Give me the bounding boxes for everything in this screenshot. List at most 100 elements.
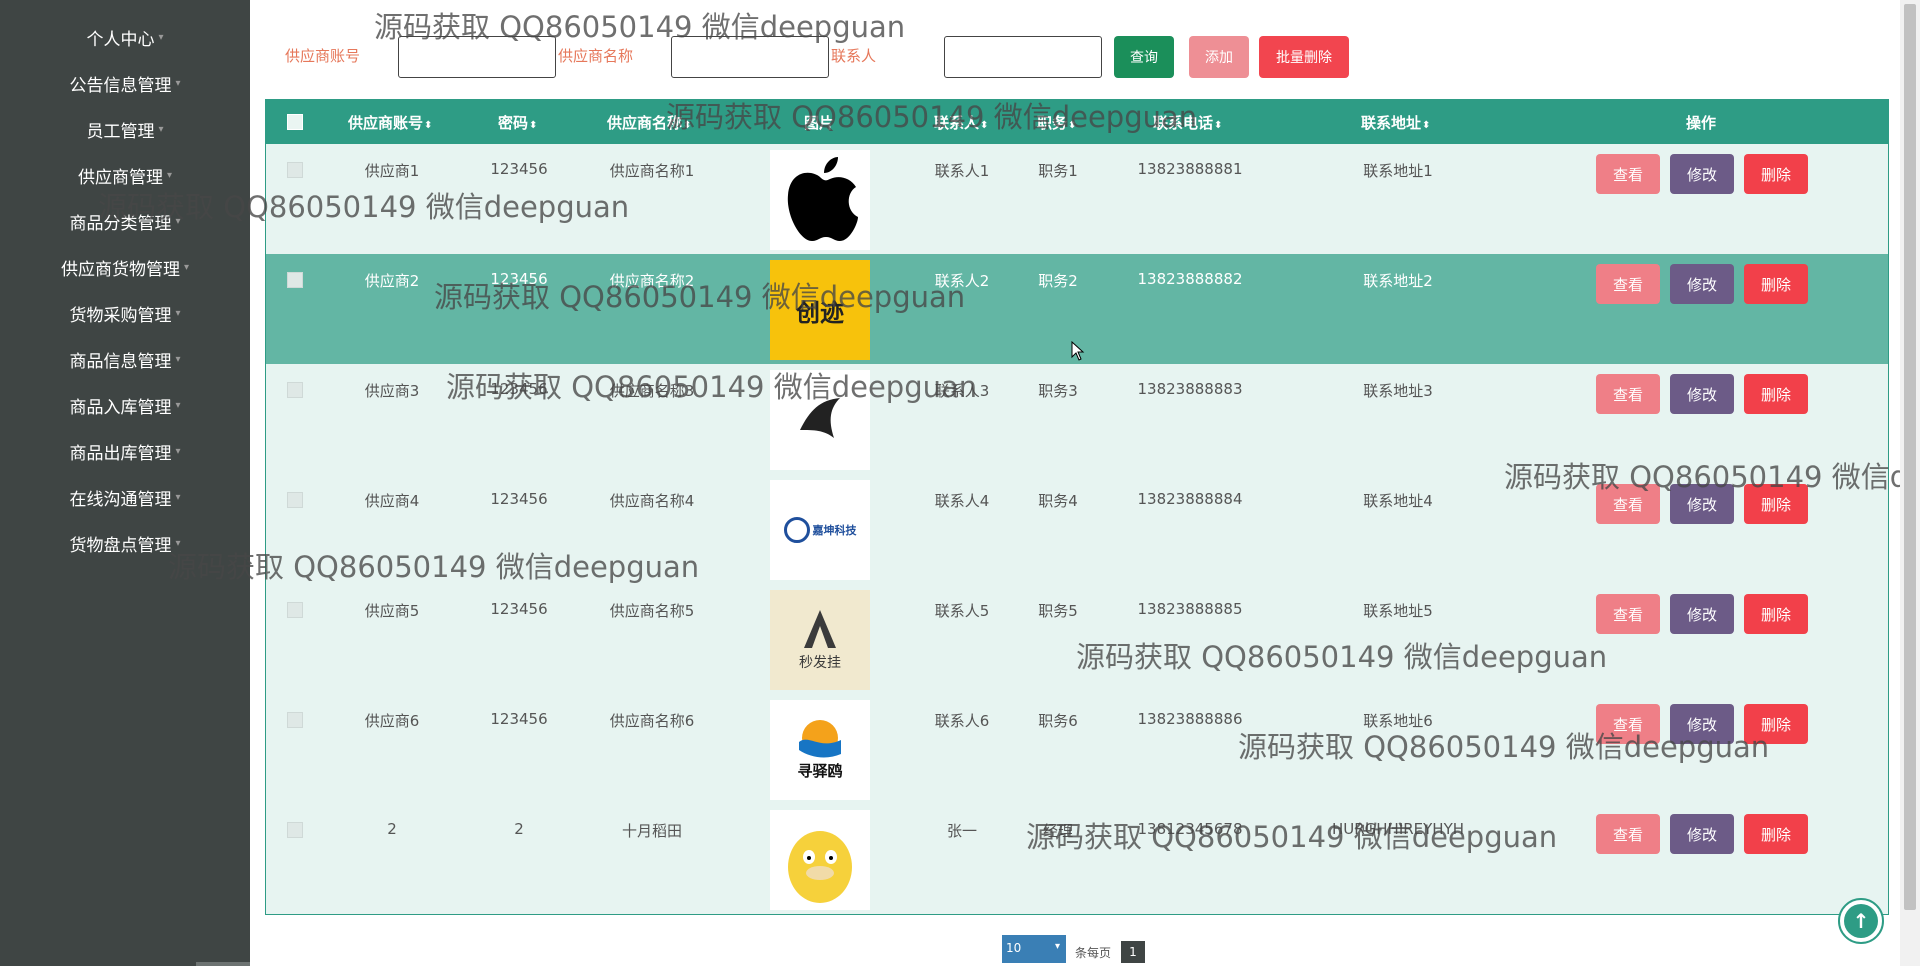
contact-label: 联系人 xyxy=(831,47,877,65)
sort-icon: ⬍ xyxy=(424,120,433,131)
cell-position: 职务1 xyxy=(1038,162,1078,180)
page-size-value: 10 xyxy=(1006,941,1022,955)
row-checkbox[interactable] xyxy=(287,382,303,398)
table-row[interactable]: 供应商5 123456 供应商名称5 秒发挂 联系人5 职务5 13823888… xyxy=(266,584,1888,694)
sidebar-item-suppliers[interactable]: 供应商管理 ▾ xyxy=(0,155,250,195)
view-button[interactable]: 查看 xyxy=(1596,704,1660,744)
select-all-checkbox[interactable] xyxy=(287,114,303,130)
page-number-button[interactable]: 1 xyxy=(1121,941,1145,963)
chevron-down-icon: ▾ xyxy=(175,445,181,457)
cell-address: 联系地址5 xyxy=(1363,602,1433,620)
name-label: 供应商名称 xyxy=(558,47,634,65)
name-search-input[interactable] xyxy=(671,36,829,78)
delete-button[interactable]: 删除 xyxy=(1744,154,1808,194)
edit-button[interactable]: 修改 xyxy=(1670,374,1734,414)
row-checkbox[interactable] xyxy=(287,712,303,728)
view-button[interactable]: 查看 xyxy=(1596,154,1660,194)
view-button[interactable]: 查看 xyxy=(1596,594,1660,634)
sidebar-item-products[interactable]: 商品信息管理 ▾ xyxy=(0,339,250,379)
delete-button[interactable]: 删除 xyxy=(1744,704,1808,744)
back-to-top-button[interactable]: ↑ xyxy=(1838,898,1884,944)
edit-button[interactable]: 修改 xyxy=(1670,704,1734,744)
header-account[interactable]: 供应商账号⬍ xyxy=(348,112,432,133)
header-label: 联系人 xyxy=(934,114,980,132)
delete-button[interactable]: 删除 xyxy=(1744,484,1808,524)
sidebar-item-personal-center[interactable]: 个人中心 ▾ xyxy=(0,17,250,57)
account-search-input[interactable] xyxy=(398,36,556,78)
chevron-down-icon: ▾ xyxy=(1054,941,1060,952)
vertical-scrollbar[interactable] xyxy=(1900,0,1920,966)
table-row[interactable]: 供应商4 123456 供应商名称4 嘉坤科技 联系人4 职务4 1382388… xyxy=(266,474,1888,584)
contact-search-input[interactable] xyxy=(944,36,1102,78)
row-checkbox[interactable] xyxy=(287,602,303,618)
cell-contact: 联系人5 xyxy=(934,602,990,620)
row-checkbox[interactable] xyxy=(287,822,303,838)
sidebar-item-stock-out[interactable]: 商品出库管理 ▾ xyxy=(0,431,250,471)
edit-button[interactable]: 修改 xyxy=(1670,814,1734,854)
delete-button[interactable]: 删除 xyxy=(1744,374,1808,414)
table-row[interactable]: 供应商6 123456 供应商名称6 寻驿鸥 联系人6 职务6 13823888… xyxy=(266,694,1888,804)
sidebar-item-inventory-check[interactable]: 货物盘点管理 ▾ xyxy=(0,523,250,563)
row-checkbox[interactable] xyxy=(287,272,303,288)
header-phone[interactable]: 联系电话⬍ xyxy=(1153,112,1222,133)
table-row[interactable]: 2 2 十月稻田 张一 经理 13812345678 HURGHHIREYHYH… xyxy=(266,804,1888,914)
scrollbar-thumb[interactable] xyxy=(1904,4,1916,910)
sidebar-item-stock-in[interactable]: 商品入库管理 ▾ xyxy=(0,385,250,425)
cell-phone: 13823888882 xyxy=(1137,270,1243,288)
edit-button[interactable]: 修改 xyxy=(1670,594,1734,634)
chevron-down-icon: ▾ xyxy=(175,77,181,89)
view-button[interactable]: 查看 xyxy=(1596,484,1660,524)
cell-name: 供应商名称6 xyxy=(609,712,695,730)
header-address[interactable]: 联系地址⬍ xyxy=(1361,112,1430,133)
horizontal-scrollbar[interactable] xyxy=(196,962,250,966)
circle-logo-icon xyxy=(783,517,810,543)
cell-phone: 13823888883 xyxy=(1137,380,1243,398)
header-actions: 操作 xyxy=(1686,114,1717,132)
view-button[interactable]: 查看 xyxy=(1596,374,1660,414)
edit-button[interactable]: 修改 xyxy=(1670,484,1734,524)
chevron-down-icon: ▾ xyxy=(175,307,181,319)
sidebar-item-categories[interactable]: 商品分类管理 ▾ xyxy=(0,201,250,241)
add-button[interactable]: 添加 xyxy=(1189,36,1249,78)
delete-button[interactable]: 删除 xyxy=(1744,264,1808,304)
cell-name: 供应商名称1 xyxy=(609,162,695,180)
batch-delete-button[interactable]: 批量删除 xyxy=(1259,36,1349,78)
cell-contact: 联系人4 xyxy=(934,492,990,510)
delete-button[interactable]: 删除 xyxy=(1744,814,1808,854)
edit-button[interactable]: 修改 xyxy=(1670,264,1734,304)
edit-button[interactable]: 修改 xyxy=(1670,154,1734,194)
sidebar-item-chat[interactable]: 在线沟通管理 ▾ xyxy=(0,477,250,517)
sidebar-item-purchasing[interactable]: 货物采购管理 ▾ xyxy=(0,293,250,333)
cell-password: 123456 xyxy=(490,380,548,398)
header-position[interactable]: 职务⬍ xyxy=(1037,112,1076,133)
query-button[interactable]: 查询 xyxy=(1114,36,1174,78)
table-row[interactable]: 供应商1 123456 供应商名称1 联系人1 职务1 13823888881 … xyxy=(266,144,1888,254)
row-checkbox[interactable] xyxy=(287,492,303,508)
cell-address: 联系地址6 xyxy=(1363,712,1433,730)
sort-icon: ⬍ xyxy=(1214,120,1223,131)
chevron-down-icon: ▾ xyxy=(175,353,181,365)
yellow-duck-avatar-icon xyxy=(770,810,870,910)
header-contact[interactable]: 联系人⬍ xyxy=(934,112,988,133)
page-size-select[interactable]: 10 ▾ xyxy=(1002,935,1066,963)
account-label: 供应商账号 xyxy=(285,47,361,65)
cell-account: 供应商5 xyxy=(364,602,420,620)
sidebar-item-supplier-goods[interactable]: 供应商货物管理 ▾ xyxy=(0,247,250,287)
apple-logo-icon xyxy=(770,150,870,250)
delete-button[interactable]: 删除 xyxy=(1744,594,1808,634)
logo-text: 秒发挂 xyxy=(799,655,841,671)
logo-text: 创迹 xyxy=(796,298,844,327)
cell-phone: 13812345678 xyxy=(1137,820,1243,838)
yellow-brand-logo-icon: 创迹 xyxy=(770,260,870,360)
sidebar-item-announcements[interactable]: 公告信息管理 ▾ xyxy=(0,63,250,103)
row-checkbox[interactable] xyxy=(287,162,303,178)
cell-address: 联系地址4 xyxy=(1363,492,1433,510)
sidebar-item-employees[interactable]: 员工管理 ▾ xyxy=(0,109,250,149)
header-name[interactable]: 供应商名称⬍ xyxy=(607,112,691,133)
view-button[interactable]: 查看 xyxy=(1596,814,1660,854)
table-row[interactable]: 供应商3 123456 供应商名称3 联系人3 职务3 13823888883 … xyxy=(266,364,1888,474)
view-button[interactable]: 查看 xyxy=(1596,264,1660,304)
header-password[interactable]: 密码⬍ xyxy=(498,112,537,133)
sidebar-item-label: 公告信息管理 xyxy=(69,75,172,96)
sort-icon: ⬍ xyxy=(683,120,692,131)
